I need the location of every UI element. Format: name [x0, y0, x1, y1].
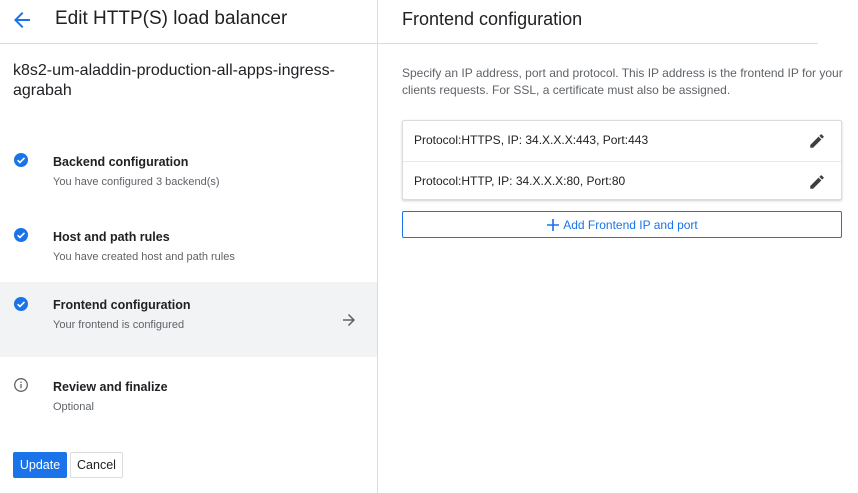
left-panel: Edit HTTP(S) load balancer k8s2-um-aladd… [0, 0, 377, 493]
section-description: Specify an IP address, port and protocol… [402, 66, 843, 97]
frontend-entry[interactable]: Protocol:HTTP, IP: 34.X.X.X:80, Port:80 [403, 161, 841, 201]
step-title: Host and path rules [53, 230, 170, 244]
step-backend-configuration[interactable]: Backend configuration You have configure… [0, 138, 377, 213]
step-frontend-configuration[interactable]: Frontend configuration Your frontend is … [0, 282, 377, 357]
step-title: Backend configuration [53, 155, 189, 169]
panel-divider [377, 0, 378, 493]
add-frontend-button[interactable]: Add Frontend IP and port [402, 211, 842, 238]
step-host-and-path-rules[interactable]: Host and path rules You have created hos… [0, 213, 377, 288]
edit-pencil-icon[interactable] [808, 132, 826, 150]
update-button[interactable]: Update [13, 452, 67, 478]
info-icon [14, 378, 28, 392]
load-balancer-name: k8s2-um-aladdin-production-all-apps-ingr… [13, 62, 335, 99]
section-title: Frontend configuration [402, 9, 583, 29]
cancel-button[interactable]: Cancel [70, 452, 123, 478]
step-subtitle: You have configured 3 backend(s) [53, 176, 220, 188]
frontend-entry-text: Protocol:HTTPS, IP: 34.X.X.X:443, Port:4… [414, 133, 649, 147]
frontend-entry-text: Protocol:HTTP, IP: 34.X.X.X:80, Port:80 [414, 174, 626, 188]
arrow-back-icon [14, 12, 30, 28]
arrow-forward-icon [343, 314, 355, 326]
frontend-list: Protocol:HTTPS, IP: 34.X.X.X:443, Port:4… [402, 120, 842, 200]
section-divider [378, 43, 818, 44]
plus-icon [547, 218, 560, 231]
add-frontend-label: Add Frontend IP and port [563, 217, 698, 232]
step-title: Review and finalize [53, 380, 168, 394]
page-title: Edit HTTP(S) load balancer [55, 8, 288, 29]
step-subtitle: You have created host and path rules [53, 251, 235, 263]
step-review-and-finalize[interactable]: Review and finalize Optional [0, 363, 377, 438]
edit-pencil-icon[interactable] [808, 173, 826, 191]
back-button[interactable] [10, 8, 34, 32]
step-subtitle: Optional [53, 401, 94, 413]
panel-header: Edit HTTP(S) load balancer [0, 0, 377, 44]
step-subtitle: Your frontend is configured [53, 319, 185, 331]
step-title: Frontend configuration [53, 298, 191, 312]
frontend-entry[interactable]: Protocol:HTTPS, IP: 34.X.X.X:443, Port:4… [403, 121, 841, 161]
check-circle-icon [14, 228, 28, 242]
check-circle-icon [14, 297, 28, 311]
check-circle-icon [14, 153, 28, 167]
